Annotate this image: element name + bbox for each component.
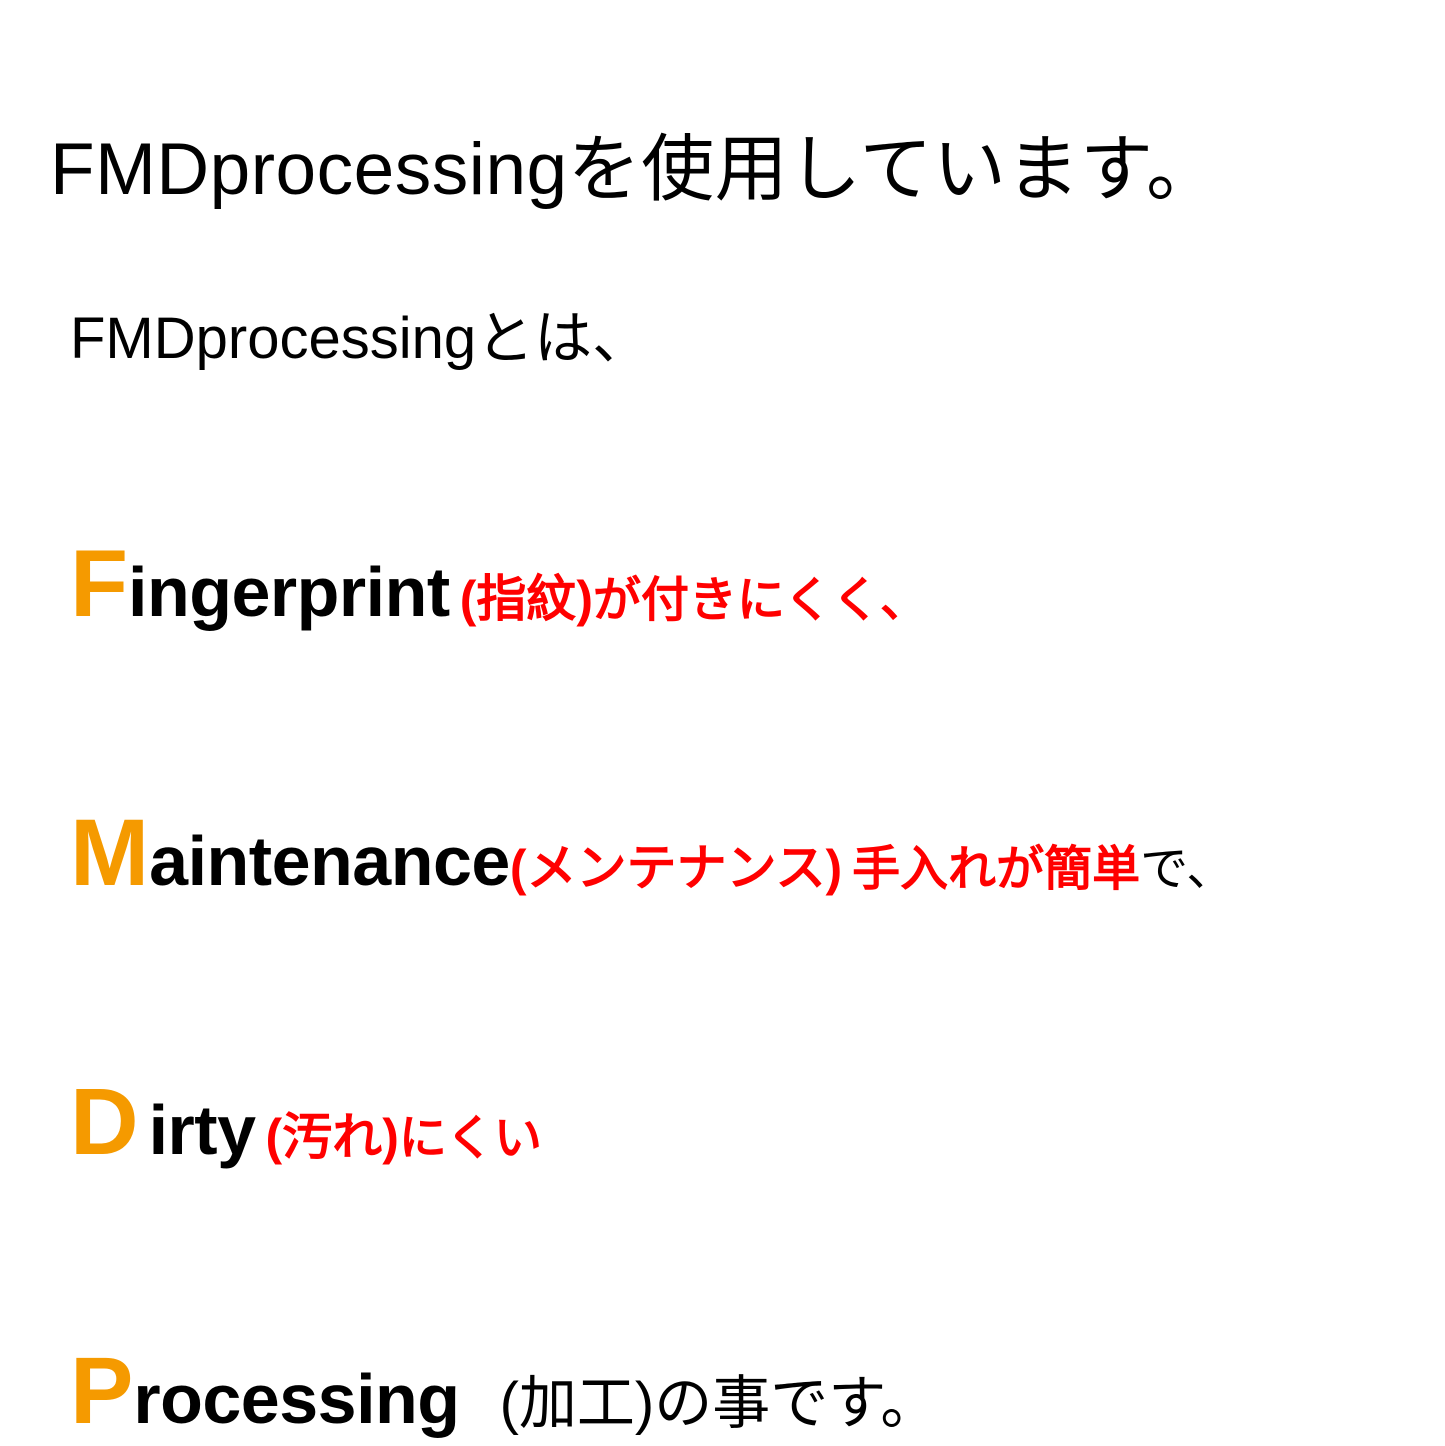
desc-maintenance: 手入れが簡単 — [852, 843, 1140, 896]
word-maintenance: aintenance — [149, 822, 510, 900]
initial-p: P — [70, 1338, 133, 1444]
paren-maintenance: (メンテナンス) — [510, 840, 842, 896]
row-dirty: Dirty(汚れ)にくい — [50, 1068, 1395, 1177]
initial-d: D — [70, 1069, 139, 1175]
row-maintenance: Maintenance(メンテナンス)手入れが簡単で、 — [50, 799, 1395, 908]
initial-m: M — [70, 800, 149, 906]
initial-f: F — [70, 531, 128, 637]
desc-fingerprint: が付きにくく、 — [593, 574, 928, 627]
paren-processing: (加工) — [500, 1371, 655, 1436]
row-fingerprint: Fingerprint(指紋)が付きにくく、 — [50, 530, 1395, 639]
subheading: FMDprocessingとは、 — [50, 291, 1395, 375]
word-fingerprint: ingerprint — [128, 553, 450, 631]
word-processing: rocessing — [133, 1360, 459, 1438]
heading: FMDprocessingを使用しています。 — [50, 110, 1395, 216]
tail-processing: の事です。 — [654, 1371, 938, 1436]
word-dirty: irty — [149, 1091, 256, 1169]
tail-maintenance: で、 — [1140, 843, 1234, 896]
paren-fingerprint: (指紋) — [460, 571, 593, 627]
desc-dirty: にくい — [399, 1112, 542, 1165]
row-processing: Processing (加工)の事です。 — [50, 1337, 1395, 1446]
paren-dirty: (汚れ) — [266, 1109, 399, 1165]
